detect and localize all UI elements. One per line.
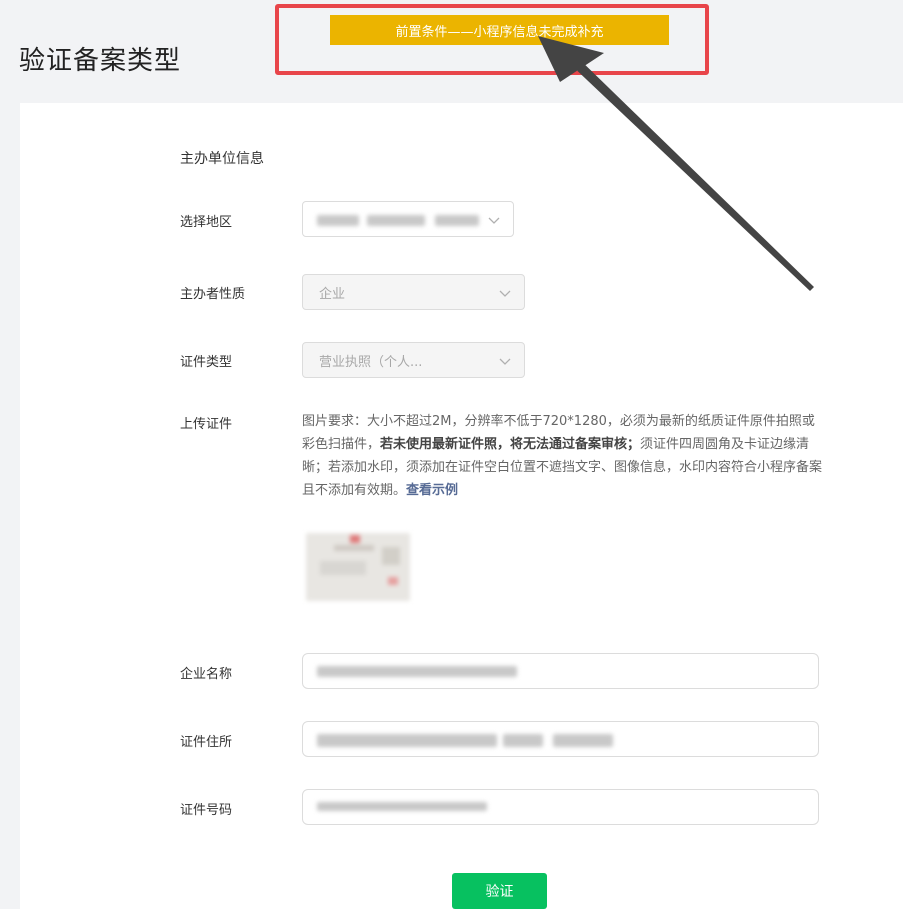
blurred-value <box>367 215 425 226</box>
cert-number-label: 证件号码 <box>180 803 233 818</box>
verify-button[interactable]: 验证 <box>452 873 547 909</box>
blurred-value <box>317 802 487 811</box>
company-name-input[interactable] <box>302 653 819 689</box>
requirements-warning: 若未使用最新证件照，将无法通过备案审核； <box>380 437 641 452</box>
cert-type-label: 证件类型 <box>180 355 233 370</box>
chevron-down-icon <box>499 290 511 297</box>
upload-label: 上传证件 <box>180 417 233 432</box>
region-label: 选择地区 <box>180 215 233 230</box>
company-name-label: 企业名称 <box>180 667 233 682</box>
section-title: 主办单位信息 <box>180 151 264 167</box>
uploaded-certificate-thumbnail[interactable] <box>306 533 410 601</box>
view-example-link[interactable]: 查看示例 <box>406 483 458 498</box>
blurred-value <box>553 734 613 747</box>
blurred-value <box>317 666 517 677</box>
cert-type-select[interactable]: 营业执照（个人... <box>302 342 525 378</box>
chevron-down-icon <box>488 217 500 224</box>
precondition-notice: 前置条件——小程序信息未完成补充 <box>330 15 669 45</box>
organizer-nature-value: 企业 <box>319 286 346 302</box>
cert-type-value: 营业执照（个人... <box>319 354 423 370</box>
cert-number-input[interactable] <box>302 789 819 825</box>
page-title: 验证备案类型 <box>19 46 182 76</box>
blurred-value <box>317 734 497 747</box>
organizer-nature-label: 主办者性质 <box>180 287 246 302</box>
cert-address-label: 证件住所 <box>180 735 233 750</box>
organizer-nature-select[interactable]: 企业 <box>302 274 525 310</box>
blurred-value <box>317 215 359 226</box>
blurred-value <box>435 215 479 226</box>
cert-address-input[interactable] <box>302 721 819 757</box>
region-select[interactable] <box>302 201 514 237</box>
chevron-down-icon <box>499 358 511 365</box>
blurred-value <box>503 734 543 747</box>
upload-requirements: 图片要求：大小不超过2M，分辨率不低于720*1280，必须为最新的纸质证件原件… <box>302 410 824 502</box>
